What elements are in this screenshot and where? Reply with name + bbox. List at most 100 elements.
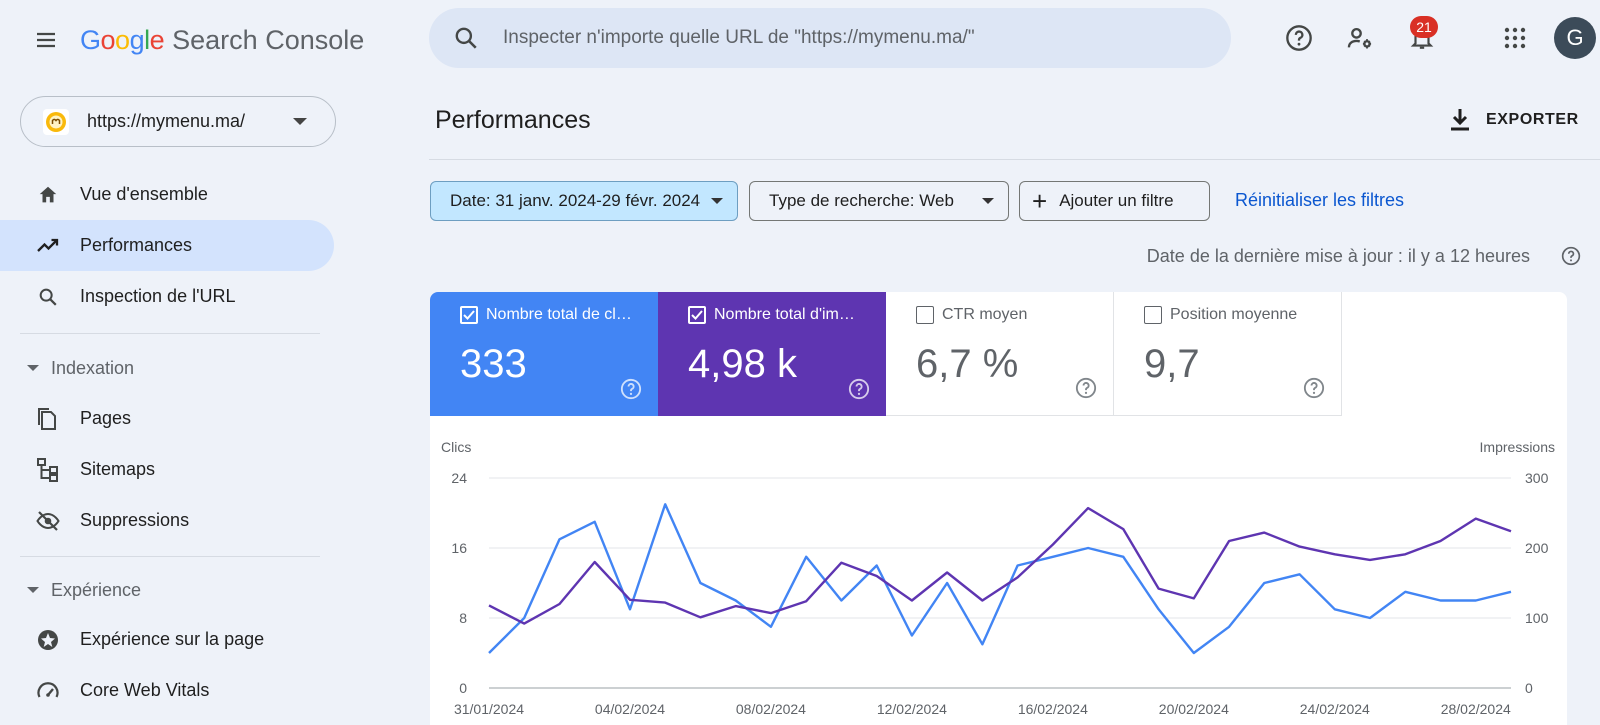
y-left-tick-label: 0 — [459, 680, 467, 696]
search-type-filter-chip[interactable]: Type de recherche: Web — [749, 181, 1009, 221]
speed-gauge-icon — [37, 681, 59, 697]
section-indexation[interactable]: Indexation — [0, 346, 334, 390]
nav-item-url-inspection[interactable]: Inspection de l'URL — [0, 271, 334, 322]
search-icon — [39, 288, 57, 306]
apps-grid-icon — [1504, 27, 1526, 49]
add-filter-button[interactable]: + Ajouter un filtre — [1019, 181, 1210, 221]
last-updated-text: Date de la dernière mise à jour : il y a… — [1146, 246, 1530, 266]
date-filter-label: Date: 31 janv. 2024-29 févr. 2024 — [450, 191, 701, 210]
user-settings-button[interactable] — [1342, 20, 1378, 56]
x-tick-label: 24/02/2024 — [1300, 701, 1370, 717]
nav-item-sitemaps[interactable]: Sitemaps — [0, 444, 334, 495]
manage-accounts-icon — [1347, 27, 1372, 49]
metric-label: CTR moyen — [942, 306, 1028, 323]
google-apps-button[interactable] — [1497, 20, 1533, 56]
main-menu-button[interactable] — [28, 22, 64, 58]
y-left-tick-label: 8 — [459, 610, 467, 626]
notification-count-badge: 21 — [1410, 16, 1438, 38]
section-experience[interactable]: Expérience — [0, 568, 334, 612]
metric-label: Nombre total de clics — [486, 306, 634, 323]
trending-up-icon — [37, 238, 59, 252]
nav-label: Vue d'ensemble — [80, 184, 208, 204]
y-right-tick-label: 200 — [1525, 540, 1549, 556]
checkbox-checked[interactable] — [460, 306, 478, 324]
nav-item-performance[interactable]: Performances — [0, 220, 334, 271]
metric-card-ctr[interactable]: CTR moyen 6,7 % — [886, 292, 1114, 416]
metric-card-clicks[interactable]: Nombre total de clics 333 — [430, 292, 658, 416]
y-right-tick-label: 100 — [1525, 610, 1549, 626]
search-placeholder: Inspecter n'importe quelle URL de "https… — [503, 27, 975, 48]
series-line-clics — [488, 503, 1512, 655]
url-inspection-search-bar[interactable]: Inspecter n'importe quelle URL de "https… — [429, 8, 1231, 68]
site-favicon — [43, 108, 69, 135]
checkbox-checked[interactable] — [688, 306, 706, 324]
search-icon — [455, 27, 477, 49]
y-left-tick-label: 16 — [451, 540, 467, 556]
google-letter: g — [129, 24, 145, 55]
product-name: Search Console — [172, 24, 365, 55]
sitemap-icon — [37, 457, 58, 482]
google-wordmark: Google — [80, 24, 165, 56]
nav-item-core-web-vitals[interactable]: Core Web Vitals — [0, 665, 334, 716]
eye-off-icon — [36, 510, 60, 531]
help-icon[interactable] — [1075, 377, 1097, 399]
nav-item-overview[interactable]: Vue d'ensemble — [0, 169, 334, 220]
help-icon[interactable] — [620, 378, 642, 400]
page-title: Performances — [435, 106, 591, 134]
sidebar-divider — [20, 333, 320, 334]
property-selector[interactable]: https://mymenu.ma/ — [20, 96, 336, 147]
checkbox-unchecked[interactable] — [916, 306, 934, 324]
x-tick-label: 08/02/2024 — [736, 701, 806, 717]
nav-label: Sitemaps — [80, 459, 156, 479]
home-icon — [39, 186, 57, 202]
help-icon[interactable] — [1303, 377, 1325, 399]
metric-card-position[interactable]: Position moyenne 9,7 — [1114, 292, 1342, 416]
performance-chart[interactable]: 0 0 8 100 16 200 24 300 Clics Impressions 31/01/20… — [430, 440, 1567, 725]
google-letter: e — [149, 24, 165, 55]
nav-item-pages[interactable]: Pages — [0, 393, 334, 444]
y-right-axis-title: Impressions — [1480, 440, 1555, 455]
help-icon — [1286, 25, 1312, 51]
section-title: Expérience — [51, 579, 142, 600]
y-left-tick-label: 24 — [451, 470, 467, 486]
nav-label: Core Web Vitals — [80, 680, 210, 700]
top-bar: Google Search Console Inspecter n'import… — [0, 0, 1600, 78]
section-title: Indexation — [51, 357, 135, 378]
search-console-logo[interactable]: Google Search Console — [80, 22, 364, 58]
metric-label: Position moyenne — [1170, 306, 1298, 323]
collapse-triangle-icon — [27, 365, 39, 371]
help-icon — [1561, 246, 1581, 266]
nav-item-page-experience[interactable]: Expérience sur la page — [0, 614, 334, 665]
sidebar-divider — [20, 556, 320, 557]
plus-icon: + — [1032, 186, 1048, 216]
search-type-label: Type de recherche: Web — [769, 191, 954, 210]
x-tick-label: 20/02/2024 — [1159, 701, 1229, 717]
metric-label: Nombre total d'impressions — [714, 306, 862, 323]
account-avatar[interactable]: G — [1554, 17, 1596, 59]
google-letter: o — [100, 24, 116, 55]
export-label: EXPORTER — [1486, 111, 1579, 128]
metric-card-impressions[interactable]: Nombre total d'impressions 4,98 k — [658, 292, 886, 416]
download-icon — [1451, 109, 1469, 131]
page-experience-icon — [38, 629, 58, 650]
checkbox-unchecked[interactable] — [1144, 306, 1162, 324]
y-left-axis-title: Clics — [441, 440, 471, 455]
reset-filters-link[interactable]: Réinitialiser les filtres — [1235, 190, 1404, 211]
nav-label: Pages — [80, 408, 132, 428]
help-icon[interactable] — [848, 378, 870, 400]
property-url: https://mymenu.ma/ — [87, 111, 246, 131]
pages-icon — [38, 407, 56, 430]
y-right-tick-label: 0 — [1525, 680, 1533, 696]
chevron-down-icon — [293, 118, 307, 125]
add-filter-label: Ajouter un filtre — [1059, 191, 1174, 210]
export-button[interactable]: EXPORTER — [1448, 104, 1579, 136]
collapse-triangle-icon — [27, 587, 39, 593]
x-tick-label: 28/02/2024 — [1441, 701, 1511, 717]
y-right-tick-label: 300 — [1525, 470, 1549, 486]
nav-item-removals[interactable]: Suppressions — [0, 495, 334, 546]
date-filter-chip[interactable]: Date: 31 janv. 2024-29 févr. 2024 — [430, 181, 738, 221]
last-updated-help-button[interactable] — [1561, 246, 1581, 266]
x-tick-label: 31/01/2024 — [454, 701, 524, 717]
help-button[interactable] — [1281, 20, 1317, 56]
dropdown-arrow-icon — [711, 198, 723, 204]
